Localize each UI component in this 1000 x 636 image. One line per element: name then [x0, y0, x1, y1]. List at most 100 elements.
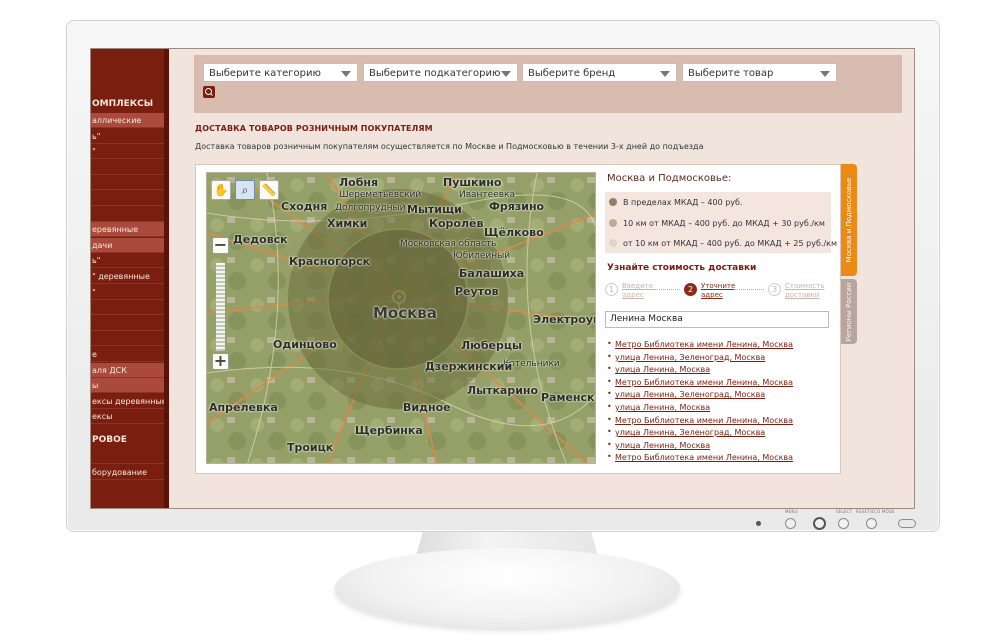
suggestion-link[interactable]: Метро Библиотека имени Ленина, Москва	[607, 452, 793, 466]
map-label-moscow: Москва	[373, 304, 437, 322]
suggestion-link[interactable]: улица Ленина, Москва	[607, 402, 793, 416]
map-label-korolyov: Королёв	[429, 217, 484, 230]
sidebar-item[interactable]: аллические	[91, 113, 164, 128]
map-label-balashikha: Балашиха	[459, 267, 525, 280]
sidebar-item[interactable]	[91, 160, 164, 175]
zoom-out-button[interactable]: −	[212, 237, 229, 254]
monitor-screen: ОМПЛЕКСЫ аллические ь" " еревянные дачи ь" " де…	[90, 48, 915, 509]
sidebar-item[interactable]: аля ДСК	[91, 362, 164, 378]
brand-select[interactable]: Выберите бренд	[522, 63, 677, 82]
zone-label: 10 км от МКАД – 400 руб. до МКАД + 30 ру…	[623, 219, 825, 228]
sidebar-item[interactable]	[91, 449, 164, 464]
step-connector	[652, 289, 680, 290]
filter-bar: Выберите категорию Выберите подкатегорию…	[194, 55, 902, 113]
sidebar-item[interactable]: ь"	[91, 129, 164, 144]
suggestion-link[interactable]: улица Ленина, Москва	[607, 364, 793, 378]
sidebar-item[interactable]: дачи	[91, 237, 164, 253]
suggestion-link[interactable]: улица Ленина, Зеленоград, Москва	[607, 427, 793, 441]
zone-label: от 10 км от МКАД – 400 руб. до МКАД + 25…	[623, 239, 837, 248]
sidebar-item[interactable]: ы	[91, 378, 164, 394]
chevron-down-icon	[341, 71, 351, 77]
sidebar-item[interactable]: борудование	[91, 465, 164, 480]
sidebar-item[interactable]: ексы деревянные	[91, 394, 164, 409]
step-number: 3	[768, 283, 781, 296]
step-label: Стоимость доставки	[785, 282, 825, 299]
subcategory-select-label: Выберите подкатегорию	[369, 68, 501, 79]
sidebar-item[interactable]	[91, 331, 164, 347]
sidebar-item[interactable]	[91, 316, 164, 331]
tab-moscow-region[interactable]: Москва и Подмосковье	[841, 164, 857, 276]
sidebar-item[interactable]	[91, 207, 164, 222]
sidebar-item[interactable]: еревянные	[91, 222, 164, 238]
suggestion-link[interactable]: Метро Библиотека имени Ленина, Москва	[607, 415, 793, 429]
monitor-main-button[interactable]	[813, 517, 826, 530]
sidebar-item[interactable]: ексы	[91, 409, 164, 425]
zoom-slider[interactable]	[216, 263, 225, 351]
region-title: Москва и Подмосковье:	[607, 173, 732, 184]
map-label-vidnoe: Видное	[403, 401, 451, 414]
suggestion-link[interactable]: улица Ленина, Зеленоград, Москва	[607, 352, 793, 366]
address-suggestions: Метро Библиотека имени Ленина, Москваули…	[607, 339, 793, 466]
chevron-down-icon	[660, 71, 670, 77]
category-select-label: Выберите категорию	[209, 68, 321, 79]
tab-russia-regions[interactable]: Регионы России	[841, 279, 857, 344]
delivery-info: Москва и Подмосковье: В пределах МКАД – …	[602, 165, 837, 473]
map-label-shchyolkovo: Щёлково	[484, 226, 544, 239]
map-label-shcherbinka: Щербинка	[355, 424, 423, 437]
monitor-menu-button[interactable]	[785, 518, 796, 529]
monitor-power-button[interactable]	[898, 519, 916, 528]
tab-moscow-label: Москва и Подмосковье	[845, 177, 853, 263]
monitor-controls: MENU SELECT RESET/ECO MODE	[752, 509, 922, 534]
power-led-icon	[756, 521, 761, 526]
zoom-box-icon[interactable]: ⌕	[235, 180, 255, 200]
zone-list: В пределах МКАД – 400 руб. 10 км от МКАД…	[605, 192, 837, 253]
map-label-odintsovo: Одинцово	[273, 338, 337, 351]
sidebar-heading: ОМПЛЕКСЫ	[92, 99, 154, 109]
sidebar-item[interactable]: "	[91, 144, 164, 160]
map-label-dedovsk: Дедовск	[233, 233, 288, 246]
step-number: 1	[605, 283, 618, 296]
chevron-down-icon	[501, 71, 511, 77]
sidebar-item[interactable]: "	[91, 285, 164, 300]
suggestion-link[interactable]: улица Ленина, Зеленоград, Москва	[607, 389, 793, 403]
map-label-dolgoprudny: Долгопрудный	[335, 203, 406, 213]
zone-label: В пределах МКАД – 400 руб.	[623, 198, 743, 207]
zone-dot-icon	[609, 219, 617, 227]
suggestion-link[interactable]: Метро Библиотека имени Ленина, Москва	[607, 339, 793, 353]
map-label-aprelevka: Апрелевка	[209, 401, 278, 414]
ruler-icon[interactable]: 📏	[259, 180, 279, 200]
sidebar-item[interactable]	[91, 300, 164, 316]
menu-label: MENU	[785, 509, 798, 514]
subcategory-select[interactable]: Выберите подкатегорию	[363, 63, 518, 82]
suggestion-link[interactable]: Метро Библиотека имени Ленина, Москва	[607, 377, 793, 391]
delivery-map[interactable]: Лобня Пушкино Шереметьевский Сходня Долг…	[206, 172, 596, 464]
map-label-yubileyny: Юбилейный	[453, 251, 511, 261]
step-number: 2	[684, 283, 697, 296]
hand-icon[interactable]: ✋	[211, 180, 231, 200]
zoom-in-button[interactable]: +	[212, 353, 229, 370]
map-label-lyubertsy: Люберцы	[461, 339, 522, 352]
sidebar-item[interactable]: ь"	[91, 253, 164, 269]
sidebar-item[interactable]	[91, 175, 164, 191]
category-select[interactable]: Выберите категорию	[203, 63, 358, 82]
map-label-pushkino: Пушкино	[443, 176, 502, 189]
product-select[interactable]: Выберите товар	[682, 63, 837, 82]
monitor-select-button[interactable]	[838, 518, 849, 529]
map-label-sheremetyevo: Шереметьевский	[339, 190, 422, 200]
address-input[interactable]: Ленина Москва	[605, 311, 829, 328]
zone-dot-icon	[609, 198, 617, 206]
suggestion-link[interactable]: улица Ленина, Москва	[607, 440, 793, 454]
search-button[interactable]	[203, 86, 215, 98]
delivery-panel: Лобня Пушкино Шереметьевский Сходня Долг…	[195, 164, 841, 474]
sidebar-item[interactable]	[91, 191, 164, 206]
sidebar-item[interactable]: е	[91, 347, 164, 362]
zone-item: от 10 км от МКАД – 400 руб. до МКАД + 25…	[609, 239, 837, 248]
map-label-krasnogorsk: Красногорск	[289, 255, 371, 268]
sidebar-item[interactable]: " деревянные	[91, 269, 164, 284]
sidebar-heading: РОВОЕ	[92, 435, 127, 445]
main-content: Выберите категорию Выберите подкатегорию…	[169, 49, 914, 508]
map-label-elektrougli: Электроугл	[533, 313, 595, 326]
monitor-stand-base	[335, 548, 680, 628]
monitor-reset-button[interactable]	[866, 518, 877, 529]
step-connector	[734, 289, 764, 290]
